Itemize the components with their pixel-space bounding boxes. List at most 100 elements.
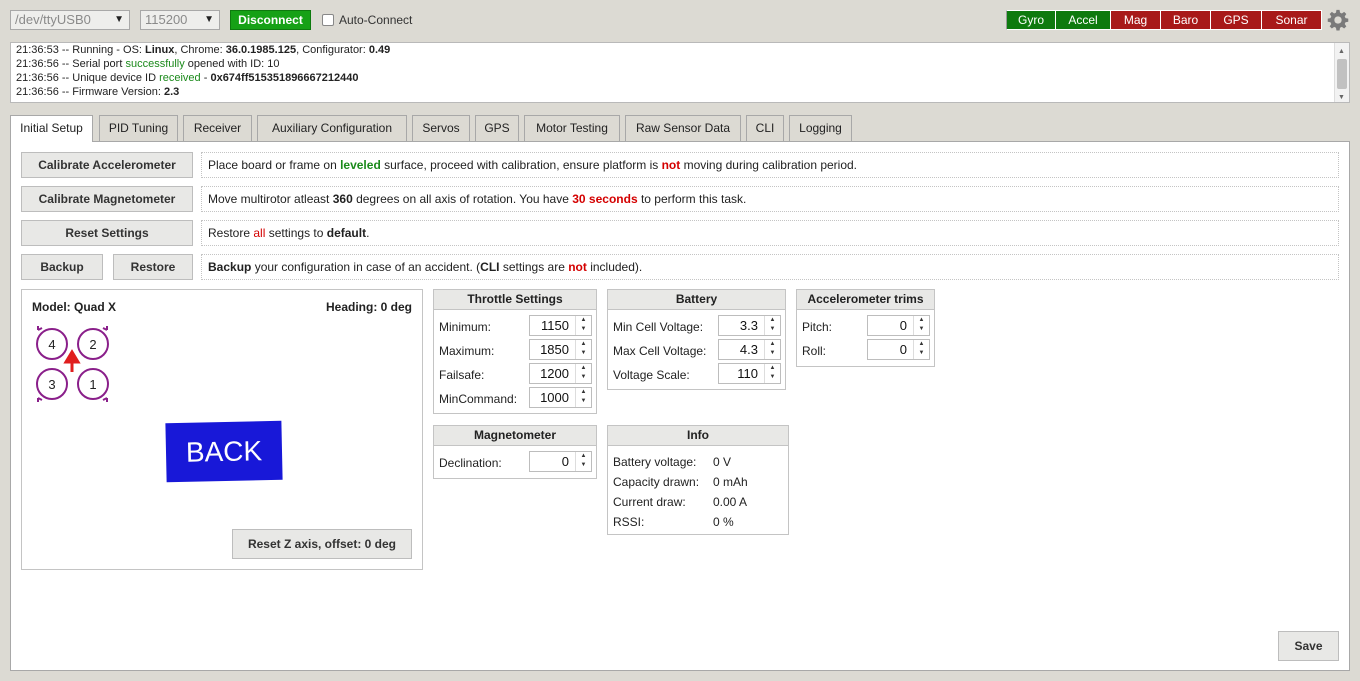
- heading-readout: Heading: 0 deg: [325, 300, 412, 314]
- chevron-down-icon: ▼: [204, 14, 214, 25]
- reset-settings-note: Restore all settings to default.: [201, 220, 1339, 246]
- calibrate-magnetometer-button[interactable]: Calibrate Magnetometer: [21, 186, 193, 212]
- throttle-failsafe-input[interactable]: 1200 ▲ ▼: [529, 363, 592, 384]
- throttle-settings-group: Throttle Settings Minimum: 1150 ▲ ▼ Maximu…: [433, 289, 597, 414]
- max-cell-voltage-label: Max Cell Voltage:: [613, 344, 707, 358]
- throttle-max-input[interactable]: 1850 ▲ ▼: [529, 339, 592, 360]
- port-select-value: /dev/ttyUSB0: [15, 12, 91, 27]
- sensor-sonar: Sonar: [1262, 10, 1322, 30]
- reset-z-axis-button[interactable]: Reset Z axis, offset: 0 deg: [232, 529, 412, 559]
- rssi-label: RSSI:: [613, 515, 645, 529]
- voltage-scale-value: 110: [737, 366, 758, 381]
- baud-select-value: 115200: [145, 12, 188, 27]
- model-name: Model: Quad X: [32, 300, 116, 314]
- stepper-icon[interactable]: ▲ ▼: [575, 452, 591, 471]
- sensor-baro: Baro: [1161, 10, 1211, 30]
- throttle-failsafe-value: 1200: [540, 366, 569, 381]
- model-preview: Model: Quad X Heading: 0 deg 4 2 3 1 BAC…: [21, 289, 423, 570]
- roll-trim-input[interactable]: 0 ▲ ▼: [867, 339, 930, 360]
- autoconnect-toggle[interactable]: Auto-Connect: [322, 13, 412, 27]
- declination-input[interactable]: 0 ▲ ▼: [529, 451, 592, 472]
- max-cell-voltage-input[interactable]: 4.3 ▲ ▼: [718, 339, 781, 360]
- voltage-scale-label: Voltage Scale:: [613, 368, 690, 382]
- sensor-accel-label: Accel: [1068, 13, 1098, 27]
- battery-voltage-value: 0 V: [713, 455, 732, 469]
- accelerometer-trims-title: Accelerometer trims: [797, 290, 934, 310]
- stepper-icon[interactable]: ▲ ▼: [913, 340, 929, 359]
- sensor-gps-label: GPS: [1223, 13, 1249, 27]
- magnetometer-title: Magnetometer: [434, 426, 596, 446]
- save-button[interactable]: Save: [1278, 631, 1339, 661]
- stepper-icon[interactable]: ▲ ▼: [575, 340, 591, 359]
- backup-note: Backup your configuration in case of an …: [201, 254, 1339, 280]
- log-line: 21:36:56 -- Firmware Version: 2.3: [16, 86, 180, 98]
- tab-cli[interactable]: CLI: [746, 115, 784, 141]
- scroll-thumb[interactable]: [1337, 59, 1347, 89]
- log-line: 21:36:56 -- Unique device ID received - …: [16, 72, 359, 84]
- port-select[interactable]: /dev/ttyUSB0 ▼: [10, 10, 130, 30]
- autoconnect-checkbox[interactable]: [322, 14, 334, 26]
- stepper-icon[interactable]: ▲ ▼: [764, 364, 780, 383]
- sensor-accel: Accel: [1056, 10, 1111, 30]
- sensor-gps: GPS: [1211, 10, 1262, 30]
- tab-servos[interactable]: Servos: [412, 115, 470, 141]
- roll-trim-label: Roll:: [802, 344, 827, 358]
- throttle-min-label: Minimum:: [439, 320, 492, 334]
- pitch-trim-input[interactable]: 0 ▲ ▼: [867, 315, 930, 336]
- tab-logging[interactable]: Logging: [789, 115, 852, 141]
- stepper-icon[interactable]: ▲ ▼: [764, 340, 780, 359]
- baud-select[interactable]: 115200 ▼: [140, 10, 220, 30]
- sensor-gyro-label: Gyro: [1017, 13, 1044, 27]
- battery-group: Battery Min Cell Voltage: 3.3 ▲ ▼ Max Cell…: [607, 289, 786, 390]
- pitch-trim-value: 0: [899, 318, 907, 333]
- model-3d-view: BACK: [165, 420, 283, 483]
- stepper-icon[interactable]: ▲ ▼: [913, 316, 929, 335]
- tab-pid-tuning[interactable]: PID Tuning: [99, 115, 178, 141]
- tab-motor-testing[interactable]: Motor Testing: [524, 115, 620, 141]
- stepper-icon[interactable]: ▲ ▼: [575, 388, 591, 407]
- min-cell-voltage-input[interactable]: 3.3 ▲ ▼: [718, 315, 781, 336]
- motor-4-label: 4: [48, 337, 56, 352]
- tab-raw-sensor-data[interactable]: Raw Sensor Data: [625, 115, 741, 141]
- sensor-status-bar: Gyro Accel Mag Baro GPS Sonar: [1006, 10, 1322, 30]
- motor-3-label: 3: [48, 377, 56, 392]
- throttle-mincommand-input[interactable]: 1000 ▲ ▼: [529, 387, 592, 408]
- roll-trim-value: 0: [899, 342, 907, 357]
- pitch-trim-label: Pitch:: [802, 320, 833, 334]
- log-scrollbar[interactable]: ▲ ▼: [1334, 43, 1349, 102]
- sensor-mag-label: Mag: [1123, 13, 1148, 27]
- quad-x-diagram: [36, 326, 109, 402]
- capacity-drawn-label: Capacity drawn:: [613, 475, 700, 489]
- calibrate-accelerometer-button[interactable]: Calibrate Accelerometer: [21, 152, 193, 178]
- tab-auxiliary-configuration[interactable]: Auxiliary Configuration: [257, 115, 407, 141]
- magnetometer-group: Magnetometer Declination: 0 ▲ ▼: [433, 425, 597, 479]
- sensor-sonar-label: Sonar: [1275, 13, 1308, 27]
- reset-settings-button[interactable]: Reset Settings: [21, 220, 193, 246]
- sensor-baro-label: Baro: [1172, 13, 1199, 27]
- chevron-down-icon: ▼: [114, 14, 124, 25]
- voltage-scale-input[interactable]: 110 ▲ ▼: [718, 363, 781, 384]
- tab-initial-setup[interactable]: Initial Setup: [10, 115, 93, 142]
- throttle-max-value: 1850: [540, 342, 569, 357]
- restore-button[interactable]: Restore: [113, 254, 193, 280]
- gear-icon[interactable]: [1327, 9, 1349, 31]
- motor-1-label: 1: [89, 377, 97, 392]
- log-console[interactable]: 21:36:53 -- Running - OS: Linux, Chrome:…: [10, 42, 1350, 103]
- throttle-min-input[interactable]: 1150 ▲ ▼: [529, 315, 592, 336]
- stepper-icon[interactable]: ▲ ▼: [575, 316, 591, 335]
- scroll-down-icon[interactable]: ▼: [1338, 91, 1345, 102]
- scroll-up-icon[interactable]: ▲: [1338, 45, 1345, 59]
- forward-arrow-icon: [63, 349, 81, 372]
- backup-button[interactable]: Backup: [21, 254, 103, 280]
- tab-receiver[interactable]: Receiver: [183, 115, 252, 141]
- battery-title: Battery: [608, 290, 785, 310]
- throttle-settings-title: Throttle Settings: [434, 290, 596, 310]
- disconnect-button[interactable]: Disconnect: [230, 10, 311, 30]
- tab-gps[interactable]: GPS: [475, 115, 519, 141]
- battery-voltage-label: Battery voltage:: [613, 455, 697, 469]
- log-line: 21:36:53 -- Running - OS: Linux, Chrome:…: [16, 44, 391, 56]
- calibrate-accelerometer-note: Place board or frame on leveled surface,…: [201, 152, 1339, 178]
- accelerometer-trims-group: Accelerometer trims Pitch: 0 ▲ ▼ Roll: 0 ▲ ▼: [796, 289, 935, 367]
- stepper-icon[interactable]: ▲ ▼: [575, 364, 591, 383]
- stepper-icon[interactable]: ▲ ▼: [764, 316, 780, 335]
